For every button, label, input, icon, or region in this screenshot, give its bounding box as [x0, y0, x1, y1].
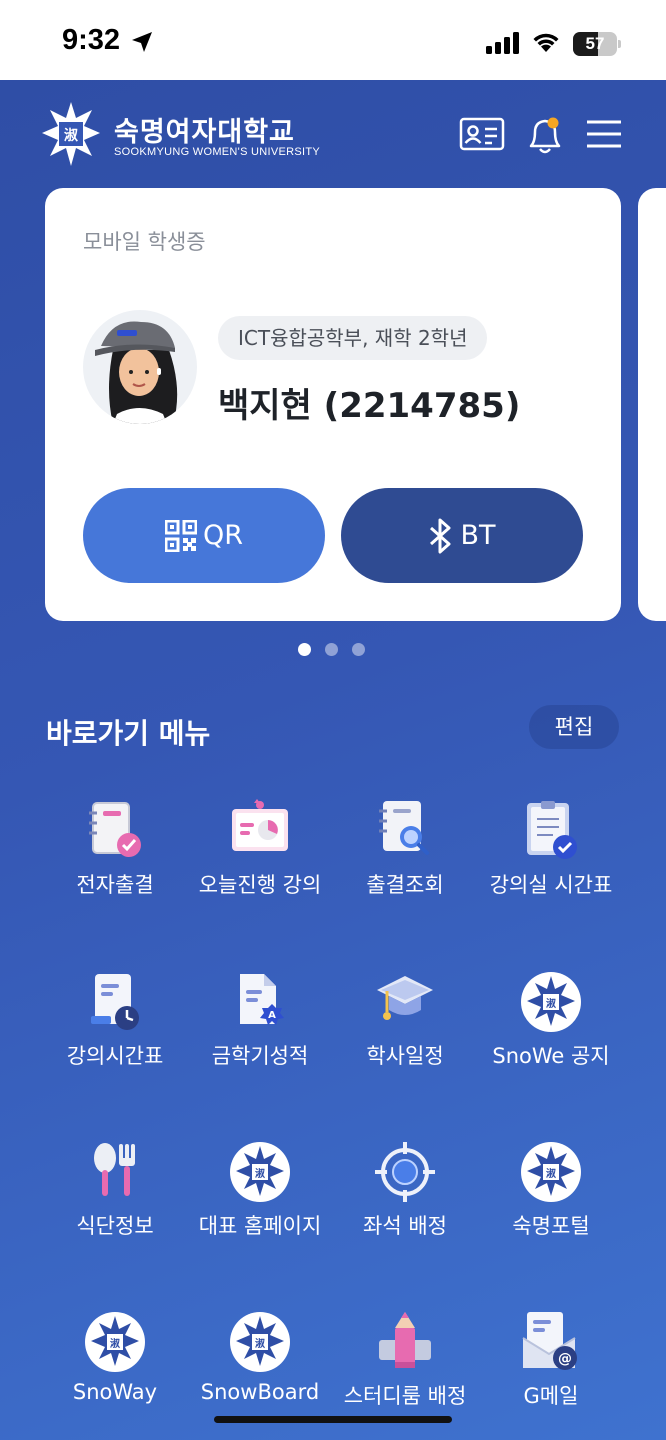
qr-button-label: QR: [202, 520, 243, 551]
department-badge: ICT융합공학부, 재학 2학년: [218, 316, 488, 360]
classroom-schedule-icon: [527, 801, 577, 859]
carousel-page-indicator: [298, 643, 378, 659]
bt-button[interactable]: BT: [341, 488, 583, 583]
svg-text:淑: 淑: [546, 1167, 556, 1180]
university-logo[interactable]: 淑 숙명여자대학교 SOOKMYUNG WOMEN'S UNIVERSITY: [40, 100, 340, 170]
university-emblem-icon: 淑: [521, 972, 581, 1032]
svg-text:A: A: [268, 1010, 276, 1021]
svg-text:淑: 淑: [255, 1167, 265, 1180]
bluetooth-icon: [430, 518, 451, 553]
edit-button[interactable]: 편집: [529, 705, 619, 749]
shortcut-label: 숙명포털: [512, 1214, 590, 1238]
home-indicator[interactable]: [214, 1416, 452, 1423]
svg-text:@: @: [558, 1351, 572, 1367]
grade-icon: A: [240, 974, 284, 1025]
university-emblem-icon: 淑: [521, 1142, 581, 1202]
battery-indicator: 57: [573, 32, 621, 56]
study-room-icon: [379, 1312, 431, 1368]
logo-subtitle: SOOKMYUNG WOMEN'S UNIVERSITY: [114, 146, 321, 158]
meal-icon: [94, 1143, 135, 1196]
location-arrow-icon: [132, 32, 152, 52]
seat-target-icon: [375, 1142, 435, 1202]
e-attendance-icon: [89, 802, 141, 857]
university-emblem-icon: 淑: [230, 1142, 290, 1202]
university-emblem-icon: 淑: [230, 1312, 290, 1372]
svg-text:淑: 淑: [546, 997, 556, 1010]
today-lecture-icon: [232, 799, 288, 851]
shortcut-university-emblem[interactable]: 淑 SnoWay: [33, 1310, 197, 1440]
app-screen: 淑 숙명여자대학교 SOOKMYUNG WOMEN'S UNIVERSITY 모…: [0, 80, 666, 1440]
carousel-dot[interactable]: [298, 643, 311, 656]
bt-button-label: BT: [460, 520, 496, 551]
student-name: 백지현 (2214785): [218, 386, 521, 426]
attendance-search-icon: [379, 801, 429, 855]
shortcut-label: G메일: [523, 1384, 579, 1408]
bell-icon[interactable]: [521, 110, 569, 158]
university-emblem-icon: 淑: [85, 1312, 145, 1372]
shortcut-label: 강의실 시간표: [489, 873, 613, 897]
svg-text:淑: 淑: [110, 1337, 120, 1350]
shortcut-classroom-schedule[interactable]: 강의실 시간표: [469, 799, 633, 949]
wifi-icon: [533, 33, 559, 52]
cellular-signal-icon: [486, 32, 519, 54]
notification-dot: [547, 117, 559, 129]
shortcut-menu-title: 바로가기 메뉴: [46, 717, 211, 750]
logo-name: 숙명여자대학교: [114, 117, 295, 148]
mobile-student-id-card[interactable]: 모바일 학생증 ICT융합공학부, 재학 2학년 백지현 (2214785) Q…: [45, 188, 621, 621]
battery-level: 57: [585, 34, 605, 53]
carousel-dot[interactable]: [352, 643, 365, 656]
lecture-timetable-icon: [91, 974, 139, 1030]
shortcut-university-emblem[interactable]: 淑 숙명포털: [469, 1140, 633, 1290]
qr-button[interactable]: QR: [83, 488, 325, 583]
avatar: [83, 310, 197, 424]
shortcut-gmail[interactable]: @ G메일: [469, 1310, 633, 1440]
status-time: 9:32: [62, 24, 121, 56]
svg-text:淑: 淑: [64, 127, 78, 144]
status-bar: 9:32 57: [0, 0, 666, 80]
next-card-peek[interactable]: [638, 188, 666, 621]
hamburger-menu-icon[interactable]: [580, 110, 628, 158]
academic-calendar-icon: [377, 976, 433, 1020]
qr-code-icon: [164, 519, 197, 552]
shortcut-label: SnoWe 공지: [492, 1044, 610, 1068]
svg-text:淑: 淑: [255, 1337, 265, 1350]
card-title: 모바일 학생증: [83, 230, 206, 254]
id-card-icon[interactable]: [458, 110, 506, 158]
carousel-dot[interactable]: [325, 643, 338, 656]
shortcut-university-emblem[interactable]: 淑 SnoWe 공지: [469, 970, 633, 1120]
university-emblem-icon: 淑: [42, 102, 100, 166]
gmail-icon: @: [522, 1312, 577, 1370]
